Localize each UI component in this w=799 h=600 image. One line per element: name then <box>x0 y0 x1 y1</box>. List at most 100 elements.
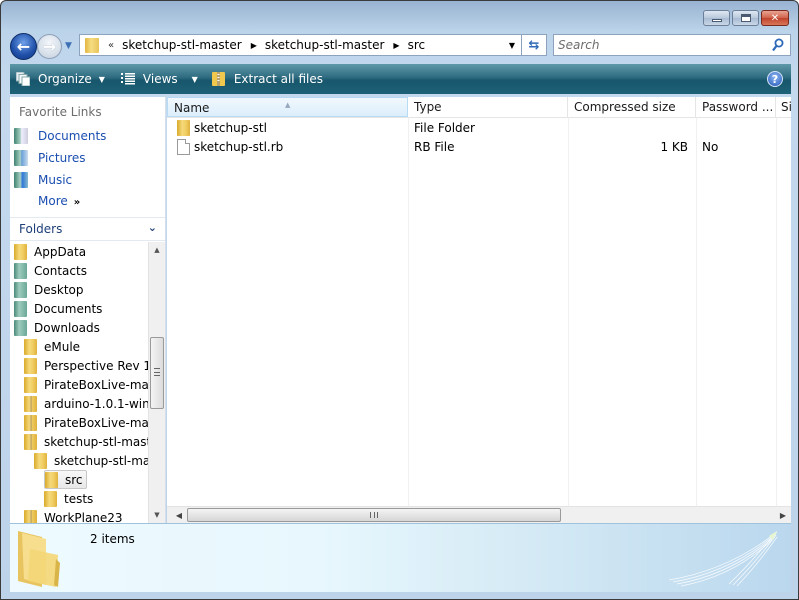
file-row[interactable]: sketchup-stl.rb RB File 1 KB No <box>167 138 791 157</box>
scroll-right-icon[interactable]: ▶ <box>775 507 791 523</box>
column-divider <box>408 118 409 506</box>
command-bar: Organize ▼ Views ▼ Extract all files ? <box>10 64 791 94</box>
column-header-name[interactable]: ▲ Name <box>167 97 408 117</box>
folder-tree-label: AppData <box>34 244 87 259</box>
grip-icon <box>154 368 160 376</box>
breadcrumb-arrow-icon[interactable]: ▶ <box>393 41 399 50</box>
folder-icon <box>44 490 57 507</box>
folder-tree-item[interactable]: WorkPlane23 <box>24 508 123 523</box>
organize-button[interactable]: Organize ▼ <box>10 64 111 94</box>
folder-tree-item[interactable]: src <box>44 470 87 489</box>
minimize-button[interactable] <box>703 10 730 26</box>
extract-all-files-button[interactable]: Extract all files <box>206 64 329 94</box>
back-button[interactable]: ← <box>10 33 37 60</box>
folder-icon <box>34 452 47 469</box>
scroll-down-icon[interactable]: ▼ <box>149 507 165 523</box>
folder-tree-item[interactable]: arduino-1.0.1-windo <box>24 394 148 413</box>
folders-title: Folders <box>19 222 63 236</box>
folder-tree-item[interactable]: PirateBoxLive-maste <box>24 413 148 432</box>
breadcrumb-item[interactable]: src <box>408 38 426 52</box>
maximize-icon <box>740 14 751 22</box>
column-header-label: Password ... <box>702 100 774 114</box>
favorite-link-documents[interactable]: Documents <box>14 126 106 146</box>
folder-tree-scrollbar[interactable]: ▲ ▼ <box>148 242 165 523</box>
file-list-horizontal-scrollbar[interactable]: ◀ ▶ <box>167 506 791 523</box>
zip-folder-icon <box>24 509 37 523</box>
column-header-type[interactable]: Type <box>408 97 568 117</box>
folder-tree-item[interactable]: Desktop <box>14 280 84 299</box>
address-dropdown-icon[interactable]: ▼ <box>509 41 515 50</box>
folder-tree-item[interactable]: Contacts <box>14 261 87 280</box>
navigation-bar: ← → ▼ « sketchup-stl-master ▶ sketchup-s… <box>10 33 792 60</box>
navigation-pane: Favorite Links Documents Pictures Music … <box>10 97 166 523</box>
folder-tree-label: Desktop <box>34 282 84 297</box>
favorite-link-label: Pictures <box>38 151 86 165</box>
column-divider <box>568 118 569 506</box>
favorite-link-pictures[interactable]: Pictures <box>14 148 86 168</box>
double-chevron-icon: » <box>73 197 81 208</box>
pictures-icon <box>14 150 28 166</box>
favorite-link-label: Documents <box>38 129 107 143</box>
column-header-label: Name <box>174 101 210 115</box>
column-divider <box>776 118 777 506</box>
scrollbar-thumb[interactable] <box>150 337 164 409</box>
folder-tree-item[interactable]: PirateBoxLive-maste <box>24 375 148 394</box>
address-bar[interactable]: « sketchup-stl-master ▶ sketchup-stl-mas… <box>79 34 522 56</box>
breadcrumb-item[interactable]: sketchup-stl-master <box>122 38 242 52</box>
folder-tree-item[interactable]: tests <box>44 489 93 508</box>
views-button[interactable]: Views ▼ <box>115 64 204 94</box>
file-type: RB File <box>414 140 455 154</box>
scroll-up-icon[interactable]: ▲ <box>149 242 165 258</box>
file-compressed-size: 1 KB <box>660 140 688 154</box>
breadcrumb-item[interactable]: sketchup-stl-master <box>265 38 385 52</box>
folder-tree-item[interactable]: Perspective Rev 1 0 <box>24 356 148 375</box>
forward-button[interactable]: → <box>37 34 62 59</box>
folder-tree-item[interactable]: eMule <box>24 337 80 356</box>
refresh-icon: ⇆ <box>528 37 540 53</box>
folder-tree-item[interactable]: AppData <box>14 242 86 261</box>
favorite-links-title: Favorite Links <box>19 105 102 119</box>
recent-pages-dropdown[interactable]: ▼ <box>65 41 75 51</box>
close-button[interactable]: ✕ <box>761 10 789 26</box>
library-icon <box>14 262 27 279</box>
folder-tree-label: PirateBoxLive-maste <box>44 377 148 392</box>
scrollbar-thumb[interactable] <box>187 508 561 522</box>
folder-icon <box>177 120 190 136</box>
search-icon[interactable] <box>772 38 784 52</box>
refresh-button[interactable]: ⇆ <box>522 34 547 56</box>
folder-tree-item[interactable]: Downloads <box>14 318 100 337</box>
zip-folder-icon <box>24 433 37 450</box>
breadcrumb-arrow-icon[interactable]: ▶ <box>251 41 257 50</box>
favorite-link-music[interactable]: Music <box>14 170 72 190</box>
file-row[interactable]: sketchup-stl File Folder <box>167 119 791 138</box>
column-header-password[interactable]: Password ... <box>696 97 776 117</box>
library-icon <box>14 300 27 317</box>
more-links-button[interactable]: More » <box>38 194 80 208</box>
file-icon <box>177 139 190 155</box>
close-icon: ✕ <box>770 12 780 24</box>
folders-header[interactable]: Folders ⌄ <box>10 217 165 241</box>
column-header-size[interactable]: Si <box>776 97 791 117</box>
folder-tree-label: Documents <box>34 301 103 316</box>
folder-tree-label: Downloads <box>34 320 100 335</box>
file-compressed-size <box>568 119 688 138</box>
chevron-down-icon: ▼ <box>191 74 198 84</box>
scroll-left-icon[interactable]: ◀ <box>171 507 187 523</box>
folder-tree-item[interactable]: sketchup-stl-master <box>24 432 148 451</box>
chevron-down-icon: ⌄ <box>147 221 157 234</box>
folder-tree-item[interactable]: sketchup-stl-mast <box>34 451 148 470</box>
column-headers: ▲ Name Type Compressed size Password ...… <box>167 97 791 118</box>
help-icon[interactable]: ? <box>767 71 783 87</box>
folder-icon <box>14 243 27 260</box>
column-header-compressed-size[interactable]: Compressed size <box>568 97 696 117</box>
folder-tree-label: arduino-1.0.1-windo <box>44 396 148 411</box>
back-arrow-icon: ← <box>16 37 31 56</box>
minimize-icon <box>711 18 722 22</box>
maximize-button[interactable] <box>732 10 759 26</box>
search-input[interactable] <box>558 37 763 53</box>
folder-icon <box>24 376 37 393</box>
views-label: Views <box>142 72 178 86</box>
folder-icon <box>85 37 99 53</box>
folder-tree-item[interactable]: Documents <box>14 299 102 318</box>
overflow-chevron-icon[interactable]: « <box>108 40 114 51</box>
